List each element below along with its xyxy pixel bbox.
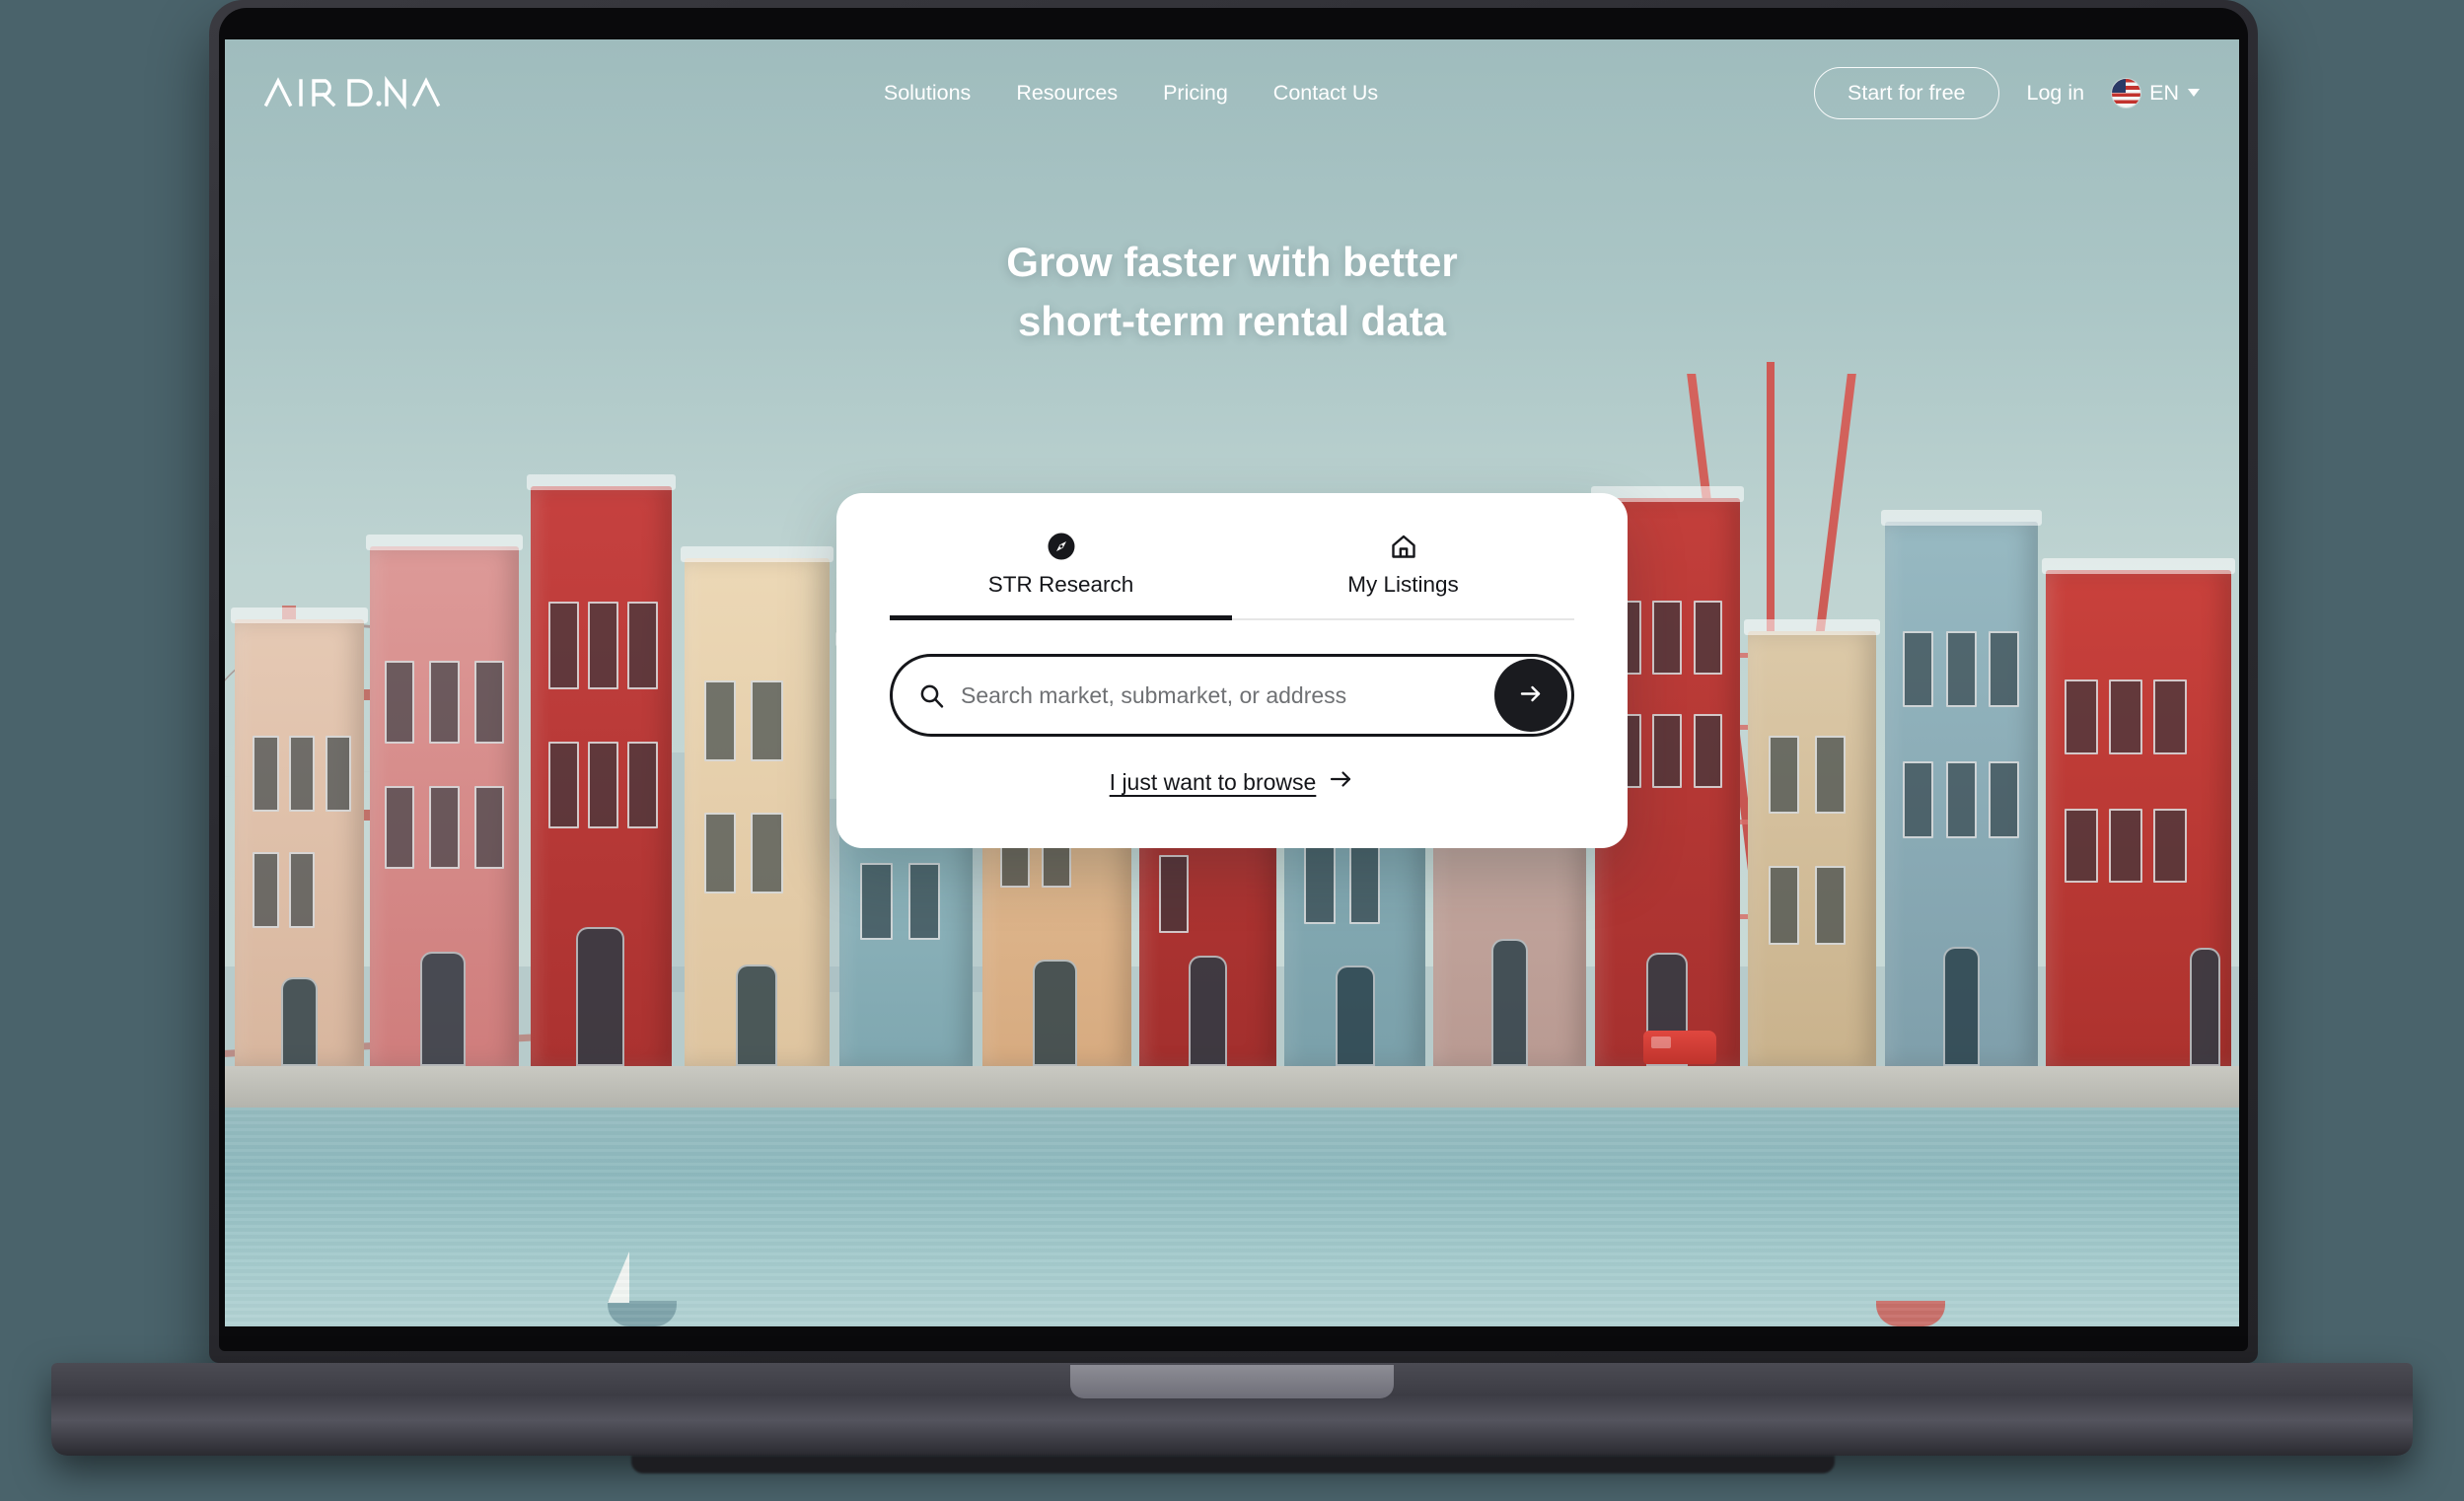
compass-icon — [890, 527, 1232, 566]
bay-water — [225, 1108, 2239, 1326]
site-header: Solutions Resources Pricing Contact Us S… — [225, 39, 2239, 146]
us-flag-icon — [2112, 78, 2141, 107]
browse-link[interactable]: I just want to browse — [1110, 766, 1355, 798]
tab-label-str-research: STR Research — [987, 572, 1134, 597]
nav-item-resources[interactable]: Resources — [1016, 81, 1118, 106]
nav-item-solutions[interactable]: Solutions — [884, 81, 971, 106]
search-input[interactable] — [945, 681, 1571, 709]
log-in-button[interactable]: Log in — [2027, 81, 2085, 106]
laptop-foot — [631, 1456, 1835, 1473]
search-bar — [890, 654, 1574, 737]
browse-row: I just want to browse — [890, 766, 1574, 798]
start-for-free-button[interactable]: Start for free — [1814, 66, 1999, 119]
tab-my-listings[interactable]: My Listings — [1232, 527, 1574, 620]
language-label: EN — [2149, 80, 2179, 105]
search-submit-button[interactable] — [1494, 659, 1567, 732]
laptop-base-notch — [1070, 1365, 1394, 1398]
hero-line-1: Grow faster with better — [1006, 239, 1458, 285]
airdna-logo-icon — [264, 75, 441, 110]
chevron-down-icon — [2187, 89, 2200, 97]
header-actions: Start for free Log in EN — [1814, 66, 2200, 119]
hero-heading: Grow faster with better short-term renta… — [225, 233, 2239, 350]
airdna-logo[interactable] — [264, 75, 448, 110]
tab-str-research[interactable]: STR Research — [890, 527, 1232, 620]
tab-label-my-listings: My Listings — [1347, 572, 1459, 597]
nav-item-contact-us[interactable]: Contact Us — [1273, 81, 1378, 106]
arrow-right-icon — [1329, 766, 1354, 798]
browse-link-label: I just want to browse — [1109, 768, 1317, 795]
airdna-logo-dot — [376, 101, 382, 107]
waterfront-promenade — [225, 1066, 2239, 1108]
nav-item-pricing[interactable]: Pricing — [1163, 81, 1228, 106]
language-selector[interactable]: EN — [2112, 78, 2200, 107]
home-icon — [1232, 527, 1574, 566]
laptop-screen: Solutions Resources Pricing Contact Us S… — [225, 39, 2239, 1326]
search-card: STR Research My Listings Search market, … — [836, 493, 1628, 848]
laptop-mockup: Solutions Resources Pricing Contact Us S… — [0, 0, 2464, 1501]
search-tabs: STR Research My Listings — [890, 527, 1574, 620]
arrow-right-icon — [1517, 679, 1546, 711]
search-icon — [918, 682, 945, 709]
hero-line-2: short-term rental data — [1017, 297, 1447, 344]
main-nav: Solutions Resources Pricing Contact Us — [884, 81, 1378, 106]
